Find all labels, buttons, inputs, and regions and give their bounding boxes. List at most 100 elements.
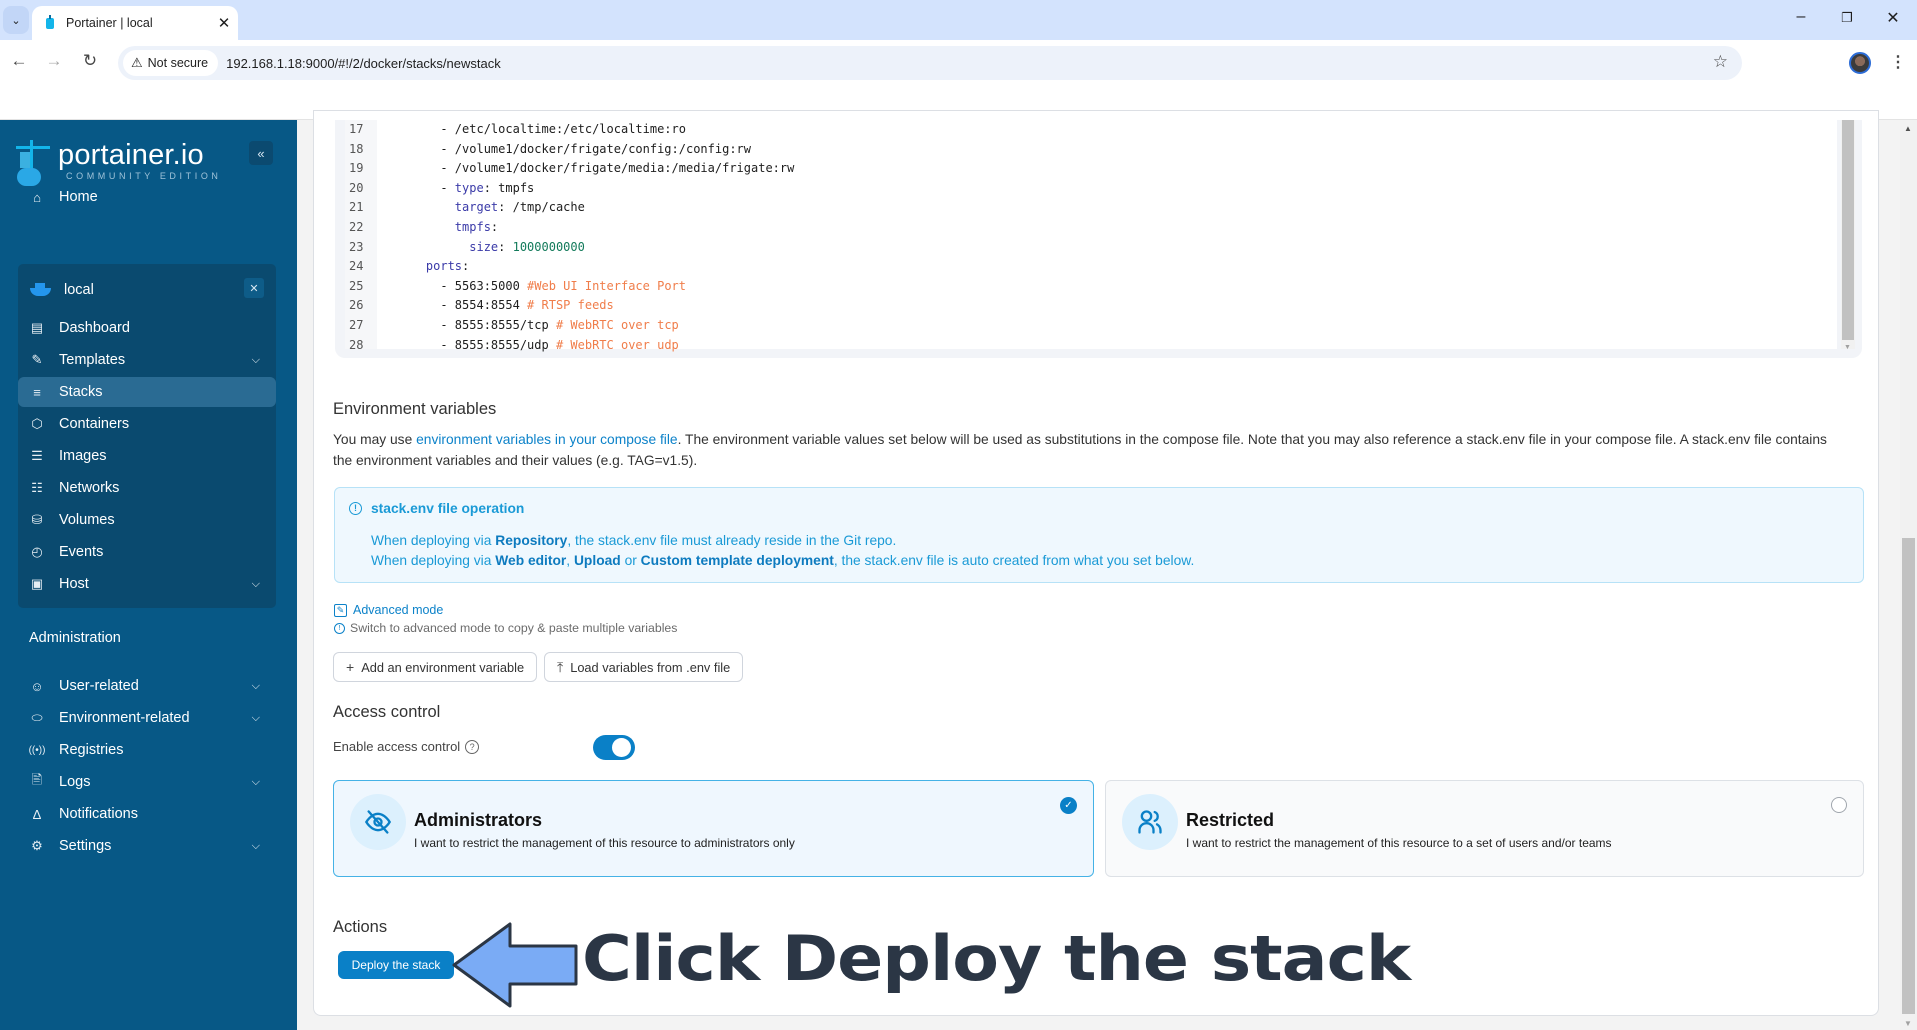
security-chip[interactable]: ⚠ Not secure — [123, 50, 219, 76]
reload-icon[interactable]: ↻ — [78, 51, 102, 71]
load-env-file-button[interactable]: ⤒ Load variables from .env file — [544, 652, 744, 682]
sidebar-item-label: User-related — [59, 678, 139, 694]
upload-icon: ⤒ — [557, 658, 564, 675]
line-text: target: /tmp/cache — [454, 200, 585, 215]
forward-icon[interactable]: → — [42, 51, 66, 71]
toggle-knob — [612, 738, 631, 757]
sidebar-item-label: Containers — [59, 416, 130, 432]
line-text: - /volume1/docker/frigate/config:/config… — [397, 141, 752, 156]
warning-icon: ⚠ — [131, 55, 143, 70]
address-bar[interactable]: ⚠ Not secure 192.168.1.18:9000/#!/2/dock… — [118, 46, 1742, 80]
environment-header[interactable]: local ✕ — [30, 277, 264, 303]
page-scrollbar-thumb[interactable] — [1902, 538, 1915, 1014]
access-control-toggle[interactable] — [593, 735, 635, 760]
scroll-up-arrow-icon[interactable]: ▲ — [1904, 124, 1912, 133]
line-number: 20 — [349, 180, 364, 195]
minimize-icon[interactable]: – — [1778, 8, 1824, 26]
chevron-down-icon: ⌵ — [251, 775, 260, 788]
sidebar-item-notifications[interactable]: ∆ Notifications — [18, 799, 276, 829]
sidebar-item-networks[interactable]: ☷ Networks — [18, 473, 276, 503]
compose-editor[interactable]: 17 - /etc/localtime:/etc/localtime:ro 18 … — [335, 120, 1862, 358]
environment-name: local — [64, 282, 94, 298]
sidebar-item-containers[interactable]: ⬡ Containers — [18, 409, 276, 439]
sidebar-item-label: Environment-related — [59, 710, 190, 726]
line-text: - /etc/localtime:/etc/localtime:ro — [397, 122, 686, 136]
close-tab-icon[interactable]: ✕ — [210, 14, 238, 32]
editor-scrollbar-thumb[interactable] — [1842, 120, 1854, 340]
portainer-favicon-icon — [44, 15, 56, 31]
radio-icon: ((•)) — [28, 744, 46, 756]
card-description: I want to restrict the management of thi… — [1186, 836, 1612, 850]
security-label: Not secure — [147, 56, 209, 70]
sidebar-item-environment-related[interactable]: ⬭ Environment-related ⌵ — [18, 703, 276, 733]
page-scrollbar[interactable]: ▲ ▼ — [1900, 120, 1917, 1030]
sidebar-item-stacks[interactable]: ≡ Stacks — [18, 377, 276, 407]
collapse-sidebar-button[interactable]: « — [249, 141, 273, 165]
back-icon[interactable]: ← — [7, 51, 31, 71]
close-environment-icon[interactable]: ✕ — [244, 278, 264, 298]
button-label: Add an environment variable — [361, 659, 525, 675]
sidebar-item-user-related[interactable]: ☺ User-related ⌵ — [18, 671, 276, 701]
toggle-label-text: Enable access control — [333, 739, 461, 754]
sidebar-item-label: Templates — [59, 352, 126, 368]
sidebar-item-host[interactable]: ▣ Host ⌵ — [18, 569, 276, 599]
line-number: 26 — [349, 298, 364, 313]
sidebar-item-volumes[interactable]: ⛁ Volumes — [18, 505, 276, 535]
chevron-down-icon: ⌵ — [251, 353, 260, 366]
sidebar-item-images[interactable]: ☰ Images — [18, 441, 276, 471]
info-circle-icon: ! — [334, 622, 345, 634]
users-icon: ☺ — [30, 678, 44, 694]
chevrons-left-icon: « — [257, 145, 265, 161]
advanced-mode-hint: ! Switch to advanced mode to copy & past… — [334, 621, 677, 635]
access-option-restricted[interactable]: Restricted I want to restrict the manage… — [1105, 780, 1864, 877]
bell-icon: ∆ — [33, 806, 41, 822]
line-number: 17 — [349, 122, 364, 136]
home-icon: ⌂ — [33, 189, 41, 205]
tab-title: Portainer | local — [66, 16, 153, 30]
enable-access-control-label: Enable access control ? — [333, 739, 480, 754]
scroll-down-arrow-icon[interactable]: ▼ — [1844, 344, 1851, 351]
sidebar-item-events[interactable]: ◴ Events — [18, 537, 276, 567]
list-icon: ☰ — [31, 448, 43, 463]
radio-unselected[interactable] — [1831, 797, 1847, 813]
access-option-administrators[interactable]: Administrators I want to restrict the ma… — [333, 780, 1094, 877]
close-window-icon[interactable]: ✕ — [1870, 8, 1916, 28]
sidebar-item-logs[interactable]: 🖹 Logs ⌵ — [18, 767, 276, 797]
sidebar-item-settings[interactable]: ⚙ Settings ⌵ — [18, 831, 276, 861]
line-text: tmpfs: — [454, 220, 499, 234]
hard-drive-icon: ⬭ — [31, 710, 43, 725]
sidebar: portainer.io COMMUNITY EDITION « ⌂ Home … — [0, 120, 297, 1030]
logo-edition: COMMUNITY EDITION — [66, 171, 222, 181]
line-text: ports: — [425, 259, 470, 274]
sidebar-item-dashboard[interactable]: ▤ Dashboard — [18, 313, 276, 343]
env-vars-docs-link[interactable]: environment variables in your compose fi… — [416, 432, 678, 447]
deploy-stack-button[interactable]: Deploy the stack — [338, 951, 454, 979]
browser-tab[interactable]: Portainer | local ✕ — [32, 6, 238, 40]
sidebar-item-label: Settings — [59, 838, 112, 854]
browser-menu-icon[interactable]: ⋮ — [1890, 50, 1906, 76]
sidebar-item-home[interactable]: ⌂ Home — [18, 182, 276, 212]
sidebar-item-templates[interactable]: ✎ Templates ⌵ — [18, 345, 276, 375]
editor-scrollbar[interactable]: ▼ — [1841, 120, 1855, 351]
clock-icon: ◴ — [31, 544, 43, 559]
line-text: - /volume1/docker/frigate/media:/media/f… — [397, 161, 795, 176]
advanced-mode-link[interactable]: ✎ Advanced mode — [334, 603, 443, 617]
bookmark-star-icon[interactable]: ☆ — [1713, 52, 1728, 72]
add-env-variable-button[interactable]: + Add an environment variable — [333, 652, 538, 682]
profile-avatar[interactable] — [1849, 52, 1871, 74]
line-text: - 8554:8554 # RTSP feeds — [397, 298, 614, 313]
scroll-down-arrow-icon[interactable]: ▼ — [1904, 1019, 1912, 1028]
portainer-logo[interactable]: portainer.io COMMUNITY EDITION — [16, 140, 222, 188]
annotation-text: Click Deploy the stack — [582, 923, 1411, 996]
sidebar-item-label: Home — [59, 189, 98, 205]
line-text: size: 1000000000 — [469, 239, 585, 254]
sidebar-item-label: Volumes — [59, 512, 115, 528]
browser-toolbar: ← → ↻ ⚠ Not secure 192.168.1.18:9000/#!/… — [0, 40, 1917, 86]
portainer-crane-icon — [16, 140, 52, 188]
help-circle-icon[interactable]: ? — [465, 739, 480, 754]
restore-icon[interactable]: ❐ — [1824, 10, 1870, 26]
url-text[interactable]: 192.168.1.18:9000/#!/2/docker/stacks/new… — [226, 56, 501, 71]
tab-search-button[interactable]: ⌄ — [3, 6, 29, 34]
sidebar-item-registries[interactable]: ((•)) Registries — [18, 735, 276, 765]
plus-icon: + — [346, 659, 355, 675]
